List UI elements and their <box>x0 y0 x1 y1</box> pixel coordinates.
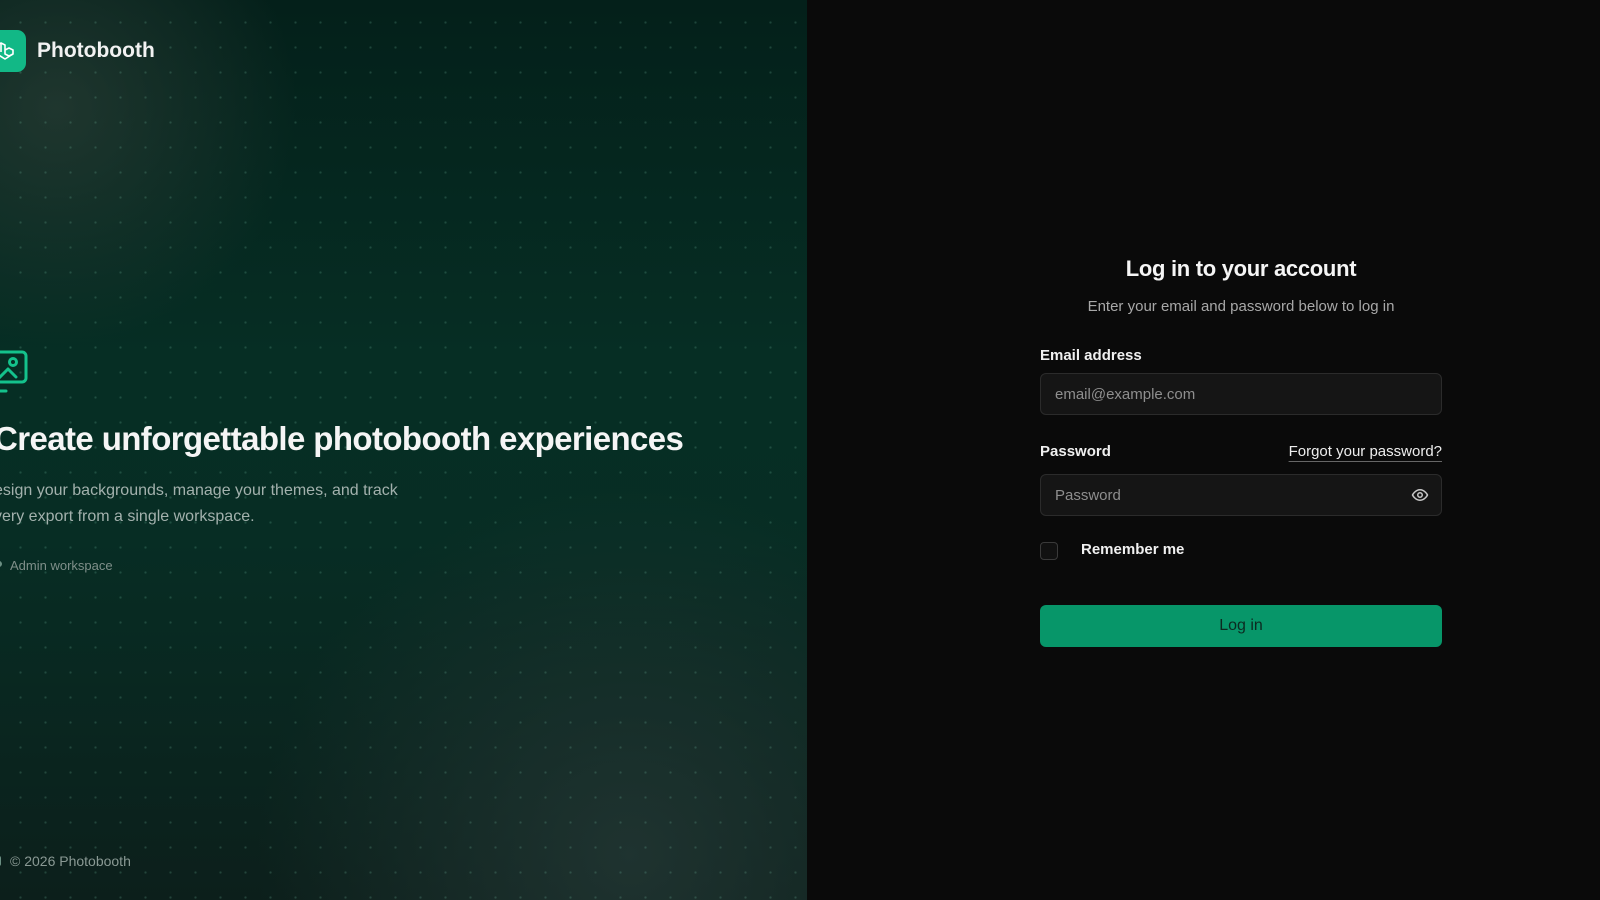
eye-icon[interactable] <box>1411 486 1429 504</box>
email-field-container <box>1040 373 1442 415</box>
form-subtitle: Enter your email and password below to l… <box>1087 298 1395 315</box>
login-form: Log in to your account Enter your email … <box>1040 0 1442 900</box>
hero-title: Create unforgettable photobooth experien… <box>0 420 684 457</box>
image-plus-icon <box>0 349 32 400</box>
remember-me-label[interactable]: Remember me <box>1081 541 1184 558</box>
brand-name: Photobooth <box>37 39 155 62</box>
hero-panel: Photobooth Create unforgettable photoboo… <box>0 0 807 900</box>
workspace-badge: Admin workspace <box>10 558 113 573</box>
copyright-footer: © 2026 Photobooth <box>10 853 131 869</box>
laravel-logo-icon <box>0 30 26 72</box>
hero-description: esign your backgrounds, manage your them… <box>0 482 398 525</box>
password-field[interactable] <box>1041 475 1395 515</box>
email-label: Email address <box>1040 347 1142 364</box>
form-title: Log in to your account <box>1125 256 1357 281</box>
remember-me-checkbox[interactable] <box>1040 542 1058 560</box>
password-field-container <box>1040 474 1442 516</box>
email-field[interactable] <box>1041 374 1395 414</box>
password-label: Password <box>1040 443 1111 460</box>
login-button[interactable]: Log in <box>1040 605 1442 647</box>
forgot-password-link[interactable]: Forgot your password? <box>1289 443 1442 460</box>
footer-mark-icon <box>0 856 1 866</box>
